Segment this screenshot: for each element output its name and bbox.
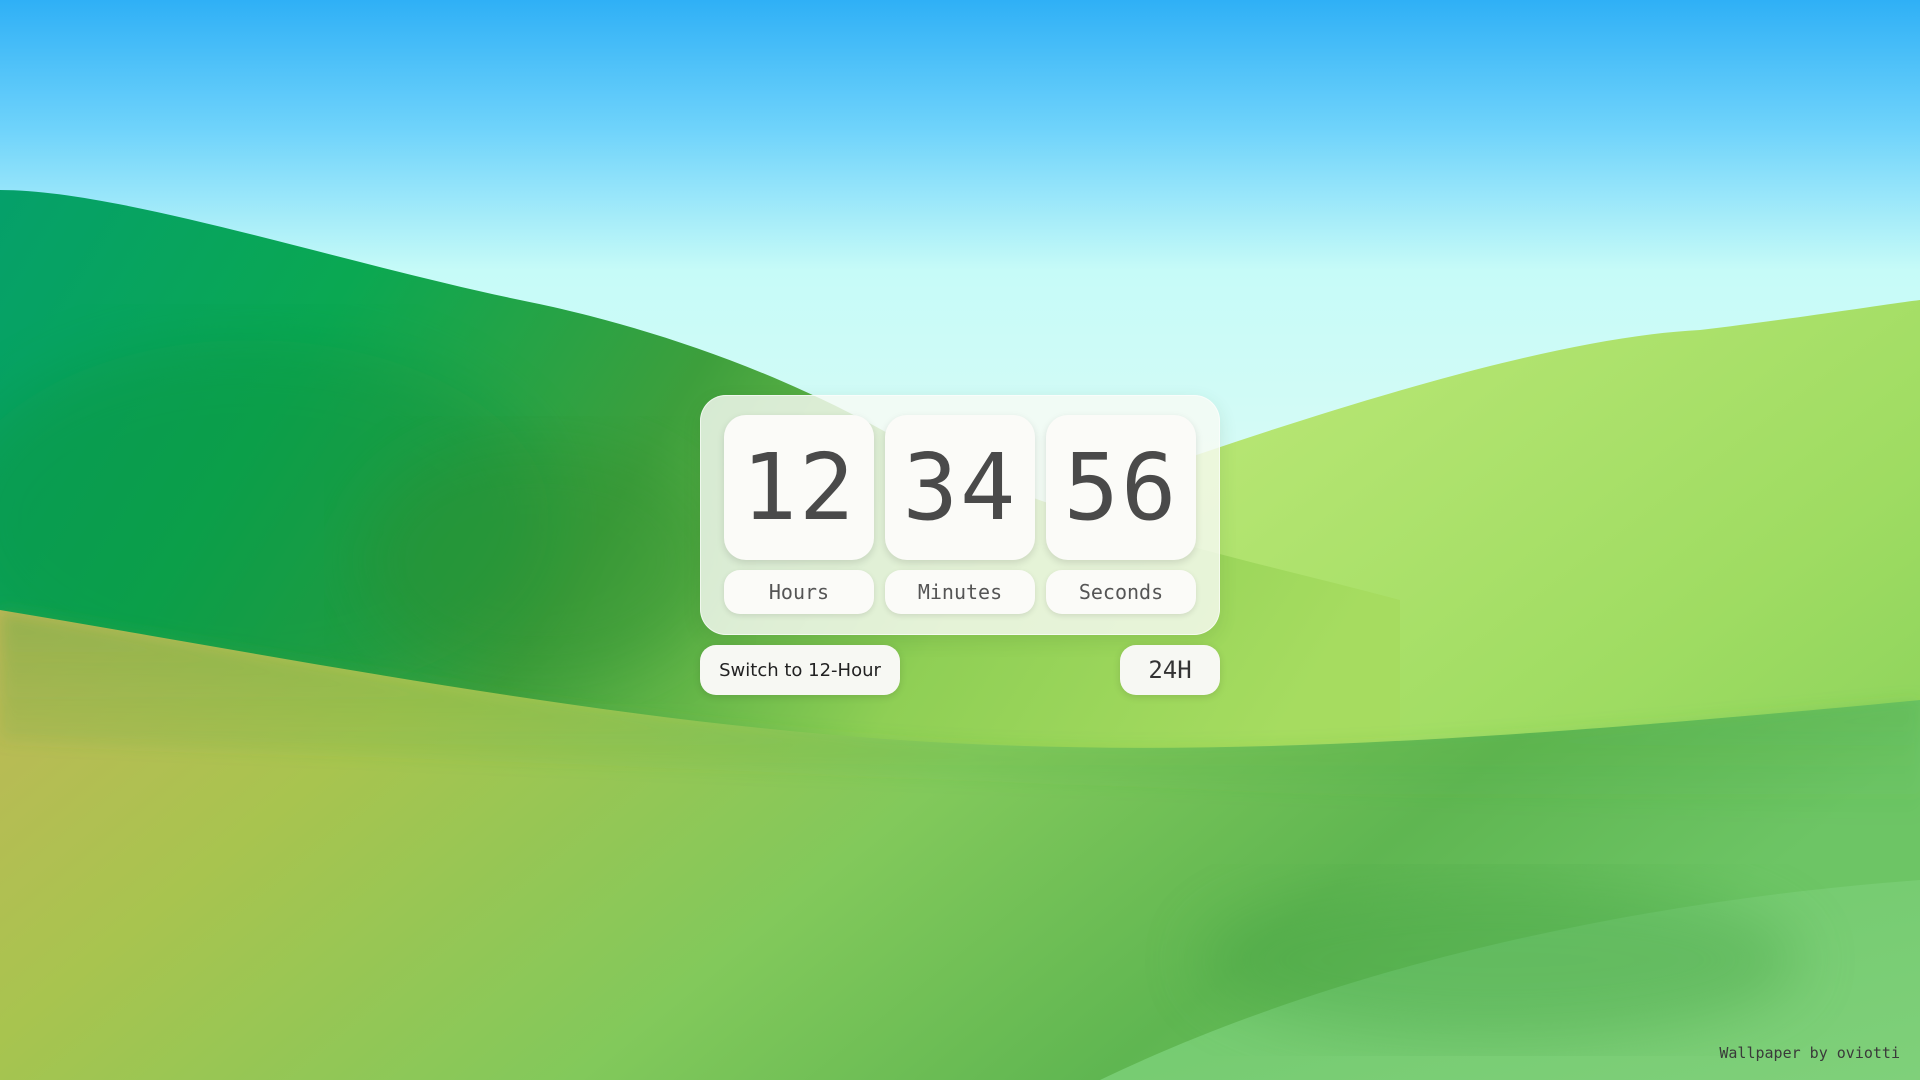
seconds-label: Seconds xyxy=(1046,570,1196,614)
minutes-label: Minutes xyxy=(885,570,1035,614)
wallpaper-credit: Wallpaper by oviotti xyxy=(1719,1044,1900,1062)
hours-unit: 12 Hours xyxy=(724,415,874,615)
time-format-badge[interactable]: 24H xyxy=(1120,645,1220,695)
clock-widget: 12 Hours 34 Minutes 56 Seconds xyxy=(700,395,1220,635)
hours-label: Hours xyxy=(724,570,874,614)
seconds-unit: 56 Seconds xyxy=(1046,415,1196,615)
minutes-unit: 34 Minutes xyxy=(885,415,1035,615)
minutes-value: 34 xyxy=(885,415,1035,560)
hours-value: 12 xyxy=(724,415,874,560)
switch-12-hour-button[interactable]: Switch to 12-Hour xyxy=(700,645,900,695)
seconds-value: 56 xyxy=(1046,415,1196,560)
